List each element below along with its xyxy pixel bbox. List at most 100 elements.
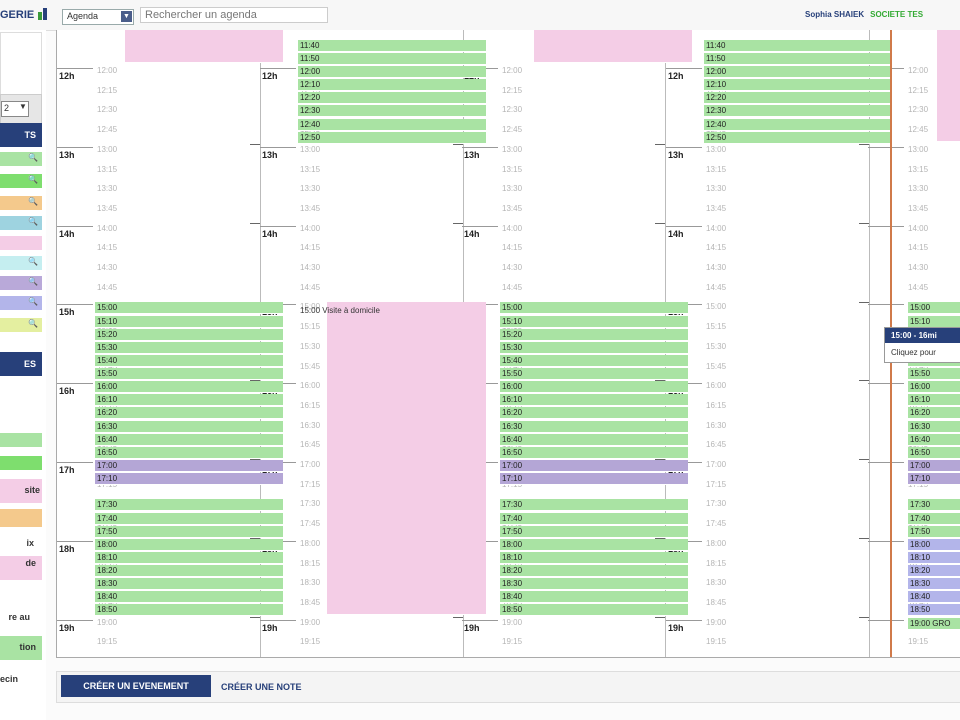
event-block[interactable]: 17:10 [95,473,283,486]
event-block[interactable]: 16:10 [95,394,283,407]
event-block[interactable]: 16:50 [95,446,283,459]
event-block[interactable]: 18:50 [500,604,688,617]
calendar-grid[interactable]: 12h 13h 14h 15h 16h 17h 18h 19h 12:00 12:15 12:30 1… [56,30,960,658]
section-header-agendas[interactable]: TS [0,123,42,147]
event-block[interactable]: 18:00 [908,538,960,551]
agenda-chip[interactable]: 🔍 [0,276,42,290]
event-block[interactable]: 15:40 [95,354,283,367]
event-block[interactable]: 16:30 [95,420,283,433]
event-block[interactable]: 18:20 [500,565,688,578]
event-block[interactable]: 16:30 [500,420,688,433]
event-block[interactable]: 17:50 [95,525,283,538]
event-block[interactable]: 16:30 [908,420,960,433]
event-block[interactable]: 15:10 [908,315,960,328]
event-block[interactable] [125,30,283,63]
event-type-chip[interactable] [0,509,42,527]
event-block[interactable]: 17:40 [908,512,960,525]
event-block[interactable]: 17:00 [95,460,283,472]
search-icon[interactable]: 🔍 [28,217,38,226]
event-block[interactable]: 19:00 GRO [908,617,960,630]
event-type-chip[interactable] [0,456,42,470]
agenda-chip[interactable]: 🔍 [0,318,42,332]
event-block[interactable]: 18:10 [908,551,960,564]
agenda-chip[interactable]: 🔍 [0,174,42,188]
event-block[interactable]: 11:50 [704,52,892,65]
create-event-button[interactable]: CRÉER UN EVENEMENT [61,675,211,697]
search-icon[interactable]: 🔍 [28,175,38,184]
search-icon[interactable]: 🔍 [28,319,38,328]
event-type-chip[interactable] [0,433,42,447]
event-type-chip[interactable]: site [0,479,42,503]
event-block[interactable]: 16:20 [95,407,283,420]
event-block[interactable]: 18:40 [95,591,283,604]
section-header-types[interactable]: ES [0,352,42,376]
event-block[interactable]: 12:10 [298,79,486,92]
event-block[interactable]: 18:00 [95,538,283,551]
event-block[interactable]: 15:00 [500,302,688,315]
search-icon[interactable]: 🔍 [28,277,38,286]
event-block[interactable]: 12:20 [704,92,892,105]
event-block[interactable]: 12:20 [298,92,486,105]
event-block[interactable]: 15:20 [95,328,283,341]
event-block[interactable]: 15:40 [500,354,688,367]
event-block[interactable]: 15:50 [95,368,283,381]
event-block[interactable]: 18:30 [500,578,688,591]
event-block[interactable]: 15:00 [908,302,960,315]
search-icon[interactable]: 🔍 [28,297,38,306]
event-block[interactable] [534,30,692,63]
event-block[interactable] [327,302,486,615]
event-block[interactable]: 18:20 [95,565,283,578]
agenda-chip[interactable]: 🔍 [0,216,42,230]
event-block[interactable]: 17:10 [908,473,960,486]
event-block[interactable]: 16:40 [500,433,688,446]
event-block[interactable]: 11:40 [704,39,892,52]
event-block[interactable]: 16:40 [908,433,960,446]
event-block[interactable]: 12:10 [704,79,892,92]
event-block[interactable]: 12:50 [298,131,486,144]
event-block[interactable]: 12:30 [298,105,486,118]
agenda-chip[interactable]: 🔍 [0,152,42,166]
event-block[interactable]: 15:10 [500,315,688,328]
search-agenda-input[interactable]: Rechercher un agenda [140,7,328,23]
event-block[interactable]: 18:10 [500,551,688,564]
search-icon[interactable]: 🔍 [28,197,38,206]
agenda-chip[interactable]: 🔍 [0,296,42,310]
event-block[interactable]: 15:30 [500,341,688,354]
event-block[interactable]: 16:40 [95,433,283,446]
event-block[interactable]: 16:10 [500,394,688,407]
event-block[interactable]: 12:30 [704,105,892,118]
event-block[interactable]: 16:50 [908,446,960,459]
event-block[interactable]: 11:50 [298,52,486,65]
event-block[interactable]: 15:20 [500,328,688,341]
search-icon[interactable]: 🔍 [28,153,38,162]
event-block[interactable]: 17:00 [500,460,688,472]
event-block[interactable]: 12:40 [704,118,892,131]
event-block[interactable]: 15:00 [95,302,283,315]
user-info[interactable]: Sophia SHAIEK SOCIETE TES [805,10,923,19]
event-block[interactable]: 12:40 [298,118,486,131]
event-block[interactable]: 17:30 [95,499,283,512]
event-block[interactable] [937,30,960,142]
event-block[interactable]: 11:40 [298,39,486,52]
event-block[interactable]: 18:50 [908,604,960,617]
event-block[interactable]: 16:10 [908,394,960,407]
event-block[interactable]: 17:00 [908,460,960,472]
event-block[interactable]: 17:30 [908,499,960,512]
event-block[interactable]: 15:10 [95,315,283,328]
event-block[interactable]: 17:40 [500,512,688,525]
event-block[interactable]: 17:50 [908,525,960,538]
event-block[interactable]: 15:30 [95,341,283,354]
event-block[interactable]: 18:40 [500,591,688,604]
event-block[interactable]: 17:50 [500,525,688,538]
event-block[interactable]: 18:30 [95,578,283,591]
sidebar-select[interactable]: 2 ▼ [1,101,29,117]
event-block[interactable]: 18:50 [95,604,283,617]
event-block[interactable]: 15:50 [908,368,960,381]
event-block[interactable]: 12:00 [704,66,892,78]
event-block[interactable]: 17:30 [500,499,688,512]
agenda-chip[interactable]: 🔍 [0,256,42,270]
agenda-chip[interactable] [0,236,42,250]
event-block[interactable]: 16:50 [500,446,688,459]
event-block[interactable]: 16:00 [908,381,960,394]
event-block[interactable]: 18:10 [95,551,283,564]
